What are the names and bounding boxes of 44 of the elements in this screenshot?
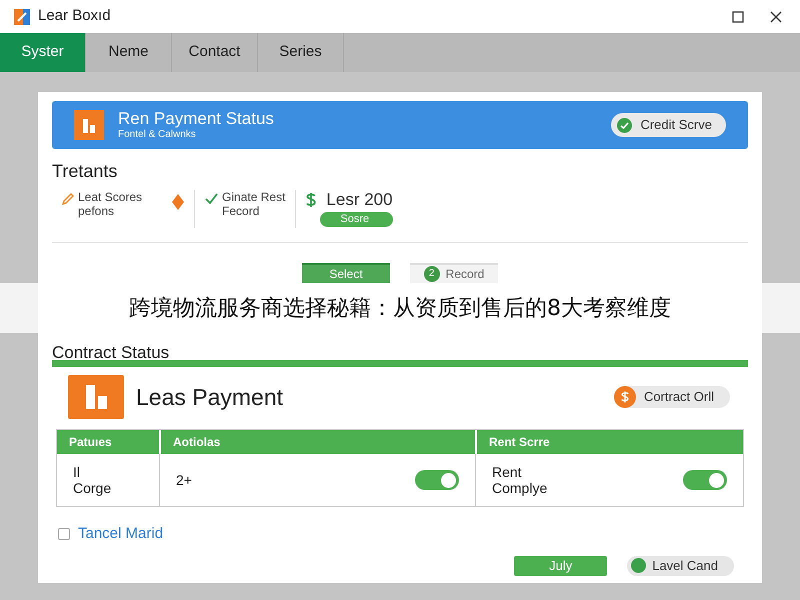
check-icon <box>205 193 218 204</box>
item-text: Fecord <box>222 204 260 218</box>
tab[interactable]: Series <box>258 33 344 72</box>
window-title: Lear Boxıd <box>38 6 111 26</box>
chart-logo-icon <box>74 110 104 140</box>
chart-logo-icon <box>68 375 124 419</box>
table-cell-text: Il <box>73 464 81 480</box>
item-text: Ginate Rest <box>222 190 286 204</box>
maximize-icon[interactable] <box>732 10 744 22</box>
dollar-coin-icon <box>614 386 636 408</box>
item-text: pefons <box>78 204 116 218</box>
column-header: Patuıes <box>57 430 159 454</box>
header-title: Ren Payment Status <box>118 109 274 129</box>
tab[interactable]: Neme <box>86 33 172 72</box>
check-circle-icon <box>617 118 632 132</box>
toggle-switch[interactable] <box>415 470 459 490</box>
app-logo-icon <box>14 8 30 24</box>
pencil-icon <box>62 193 74 205</box>
diamond-icon <box>172 194 184 210</box>
section-title: Tretants <box>52 160 118 183</box>
item-text: Lesr 200 <box>326 190 393 210</box>
banner-text: 跨境物流服务商选择秘籍：从资质到售后的8大考察维度 <box>129 294 671 322</box>
dollar-icon <box>306 192 316 208</box>
table-cell: 2+ <box>176 472 192 488</box>
tab[interactable]: Syster <box>0 33 86 72</box>
table-cell-text: Rent <box>492 464 523 480</box>
contract-title: Contract Status <box>52 343 170 363</box>
step-button[interactable]: 2 Record <box>410 263 498 283</box>
contract-badge[interactable]: Cortract Orll <box>614 386 730 408</box>
score-tag: Sosre <box>320 212 393 227</box>
checkbox-label: Tancel Marid <box>78 524 164 544</box>
column-header: Rent Scrre <box>475 430 743 454</box>
table-cell: Corge <box>73 480 112 496</box>
tab[interactable]: Contact <box>172 33 258 72</box>
pill-button[interactable]: Lavel Cand <box>627 556 734 576</box>
toggle-switch[interactable] <box>683 470 727 490</box>
contract-name: Leas Payment <box>136 382 284 412</box>
table-cell: Complye <box>492 480 548 496</box>
close-icon[interactable] <box>770 10 782 22</box>
checkbox[interactable] <box>58 528 70 540</box>
credit-badge[interactable]: Credit Scrve <box>611 113 726 137</box>
header-subtitle: Fontel & Calwnks <box>118 129 197 141</box>
column-header: Aotiolas <box>159 430 475 454</box>
item-text: Leat Scores <box>78 190 142 204</box>
